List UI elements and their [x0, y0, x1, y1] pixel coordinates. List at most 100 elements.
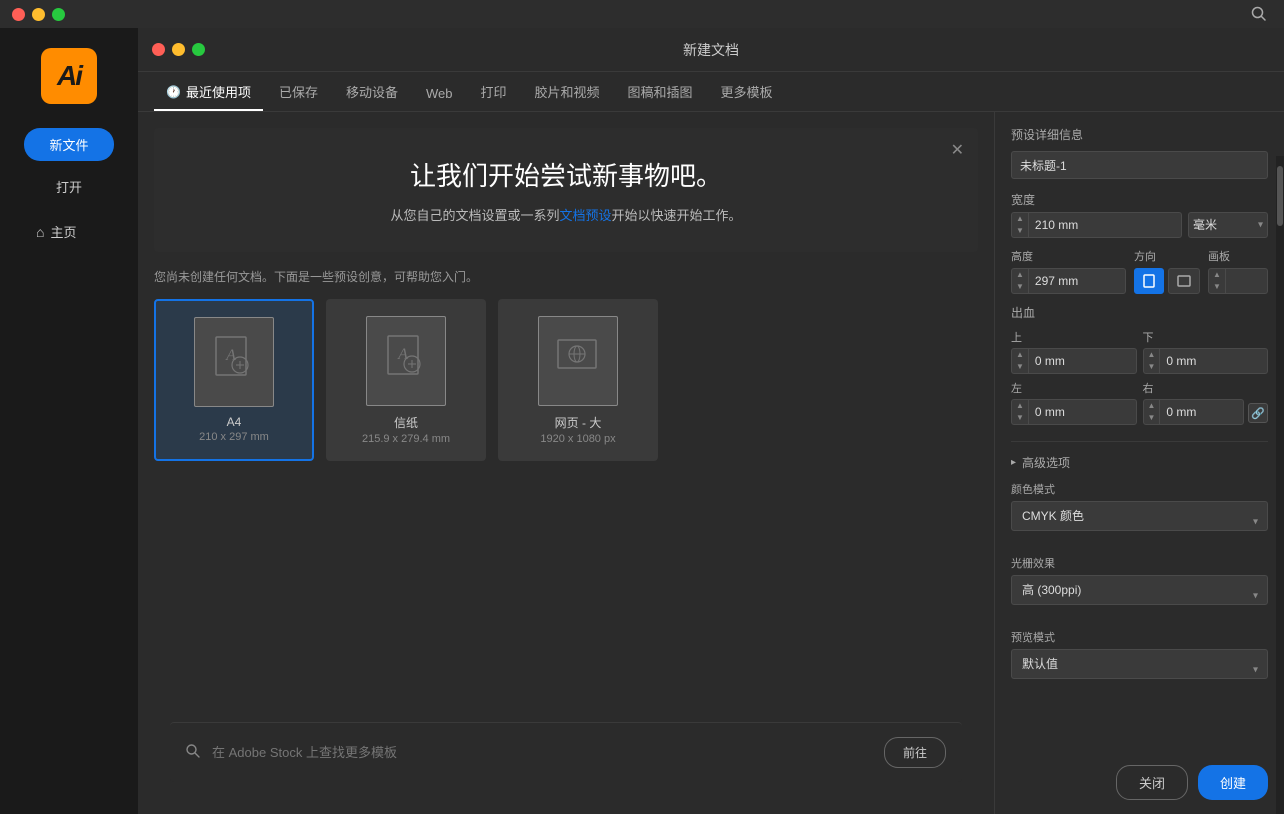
welcome-title: 让我们开始尝试新事物吧。: [186, 156, 946, 193]
bleed-top-arrows[interactable]: ▲ ▼: [1012, 349, 1029, 373]
height-input[interactable]: [1029, 269, 1125, 293]
tab-saved[interactable]: 已保存: [267, 76, 330, 111]
orientation-group: [1134, 268, 1200, 294]
close-button[interactable]: 关闭: [1116, 765, 1188, 800]
bleed-left-up[interactable]: ▲: [1012, 400, 1028, 412]
width-input[interactable]: [1029, 213, 1181, 237]
tab-web[interactable]: Web: [414, 80, 465, 111]
bleed-top-label: 上: [1011, 329, 1137, 345]
width-stepper[interactable]: ▲ ▼: [1011, 212, 1182, 238]
artboard-down-btn[interactable]: ▼: [1209, 281, 1225, 293]
tab-art[interactable]: 图稿和插图: [616, 76, 705, 111]
bleed-bottom-input[interactable]: [1160, 349, 1267, 373]
template-card-a4[interactable]: A A4 210 x 297 mm: [154, 299, 314, 461]
width-label: 宽度: [1011, 191, 1037, 208]
template-card-web[interactable]: 网页 - 大 1920 x 1080 px: [498, 299, 658, 461]
tab-film[interactable]: 胶片和视频: [523, 76, 612, 111]
orient-portrait-btn[interactable]: [1134, 268, 1164, 294]
height-stepper[interactable]: ▲ ▼: [1011, 268, 1126, 294]
bleed-top-down[interactable]: ▼: [1012, 361, 1028, 373]
bleed-left-arrows[interactable]: ▲ ▼: [1012, 400, 1029, 424]
sidebar-item-home[interactable]: ⌂ 主页: [24, 216, 114, 247]
dialog-window-controls[interactable]: [152, 43, 205, 56]
color-mode-select[interactable]: CMYK 颜色 RGB 颜色: [1011, 501, 1268, 531]
artboard-stepper[interactable]: ▲ ▼: [1208, 268, 1268, 294]
tab-recent[interactable]: 🕐 最近使用项: [154, 76, 263, 111]
stock-search-icon: [186, 744, 200, 761]
link-bleed-icon[interactable]: 🔗: [1248, 403, 1268, 423]
unit-select[interactable]: 毫米 像素 英寸: [1188, 212, 1268, 238]
height-down-btn[interactable]: ▼: [1012, 281, 1028, 293]
bleed-left-stepper[interactable]: ▲ ▼: [1011, 399, 1137, 425]
open-file-button[interactable]: 打开: [56, 177, 82, 196]
width-up-btn[interactable]: ▲: [1012, 213, 1028, 225]
bleed-label: 出血: [1011, 304, 1268, 321]
bleed-right-up[interactable]: ▲: [1144, 400, 1160, 412]
bleed-top-stepper[interactable]: ▲ ▼: [1011, 348, 1137, 374]
left-content: ✕ 让我们开始尝试新事物吧。 从您自己的文档设置或一系列文档预设开始以快速开始工…: [138, 112, 994, 814]
advanced-label: 高级选项: [1022, 454, 1070, 471]
preview-select[interactable]: 默认值 像素 叠印: [1011, 649, 1268, 679]
maximize-window-btn[interactable]: [52, 8, 65, 21]
preview-wrap[interactable]: 默认值 像素 叠印: [1011, 649, 1268, 691]
templates-grid: A A4 210 x 297 mm: [154, 299, 978, 461]
new-file-button[interactable]: 新文件: [24, 128, 114, 161]
tab-print[interactable]: 打印: [469, 76, 519, 111]
orientation-col: 方向: [1134, 248, 1200, 294]
bleed-right-input[interactable]: [1160, 400, 1243, 424]
create-button[interactable]: 创建: [1198, 765, 1268, 800]
bleed-bottom-label: 下: [1143, 329, 1269, 345]
height-col: 高度 ▲ ▼: [1011, 248, 1126, 294]
color-mode-wrap[interactable]: CMYK 颜色 RGB 颜色: [1011, 501, 1268, 543]
tab-more[interactable]: 更多模板: [709, 76, 785, 111]
artboard-arrows[interactable]: ▲ ▼: [1209, 269, 1226, 293]
raster-select[interactable]: 高 (300ppi) 中 (150ppi) 低 (72ppi): [1011, 575, 1268, 605]
welcome-link[interactable]: 文档预设: [559, 208, 611, 223]
doc-name-input[interactable]: [1011, 151, 1268, 179]
height-label: 高度: [1011, 248, 1126, 264]
bleed-bottom-stepper[interactable]: ▲ ▼: [1143, 348, 1269, 374]
close-window-btn[interactable]: [12, 8, 25, 21]
search-corner-icon[interactable]: [1234, 0, 1284, 28]
stock-search-input[interactable]: [212, 745, 872, 760]
height-up-btn[interactable]: ▲: [1012, 269, 1028, 281]
artboard-input[interactable]: [1226, 269, 1268, 293]
height-arrows[interactable]: ▲ ▼: [1012, 269, 1029, 293]
traffic-lights[interactable]: [12, 8, 65, 21]
bleed-top-up[interactable]: ▲: [1012, 349, 1028, 361]
bleed-left-input[interactable]: [1029, 400, 1136, 424]
bleed-top-field: 上 ▲ ▼: [1011, 329, 1137, 374]
template-icon-a4: A: [194, 317, 274, 407]
bleed-right-arrows[interactable]: ▲ ▼: [1144, 400, 1161, 424]
artboard-up-btn[interactable]: ▲: [1209, 269, 1225, 281]
template-name-letter: 信纸: [394, 414, 418, 431]
template-icon-letter: A: [366, 316, 446, 406]
width-down-btn[interactable]: ▼: [1012, 225, 1028, 237]
scrollbar-thumb[interactable]: [1277, 166, 1283, 226]
orient-landscape-btn[interactable]: [1168, 268, 1200, 294]
bleed-top-input[interactable]: [1029, 349, 1136, 373]
raster-wrap[interactable]: 高 (300ppi) 中 (150ppi) 低 (72ppi): [1011, 575, 1268, 617]
bleed-bottom-arrows[interactable]: ▲ ▼: [1144, 349, 1161, 373]
sidebar-home-label: 主页: [50, 222, 76, 241]
dialog-max-btn[interactable]: [192, 43, 205, 56]
template-card-letter[interactable]: A 信纸 215.9 x 279.4 mm: [326, 299, 486, 461]
advanced-options-toggle[interactable]: ▸ 高级选项: [1011, 454, 1268, 471]
unit-select-wrap[interactable]: 毫米 像素 英寸: [1188, 212, 1268, 238]
separator: [1011, 441, 1268, 442]
prev-button[interactable]: 前往: [884, 737, 946, 768]
welcome-subtitle-pre: 从您自己的文档设置或一系列: [390, 208, 559, 223]
bleed-left-down[interactable]: ▼: [1012, 412, 1028, 424]
close-banner-button[interactable]: ✕: [951, 140, 964, 160]
sidebar: Ai 新文件 打开 ⌂ 主页: [0, 28, 138, 814]
bleed-right-down[interactable]: ▼: [1144, 412, 1160, 424]
bleed-bottom-up[interactable]: ▲: [1144, 349, 1160, 361]
bleed-bottom-down[interactable]: ▼: [1144, 361, 1160, 373]
tab-mobile[interactable]: 移动设备: [334, 76, 410, 111]
dialog-min-btn[interactable]: [172, 43, 185, 56]
bleed-right-stepper[interactable]: ▲ ▼: [1143, 399, 1245, 425]
dialog-close-btn[interactable]: [152, 43, 165, 56]
minimize-window-btn[interactable]: [32, 8, 45, 21]
bleed-left-label: 左: [1011, 380, 1137, 396]
width-arrows[interactable]: ▲ ▼: [1012, 213, 1029, 237]
